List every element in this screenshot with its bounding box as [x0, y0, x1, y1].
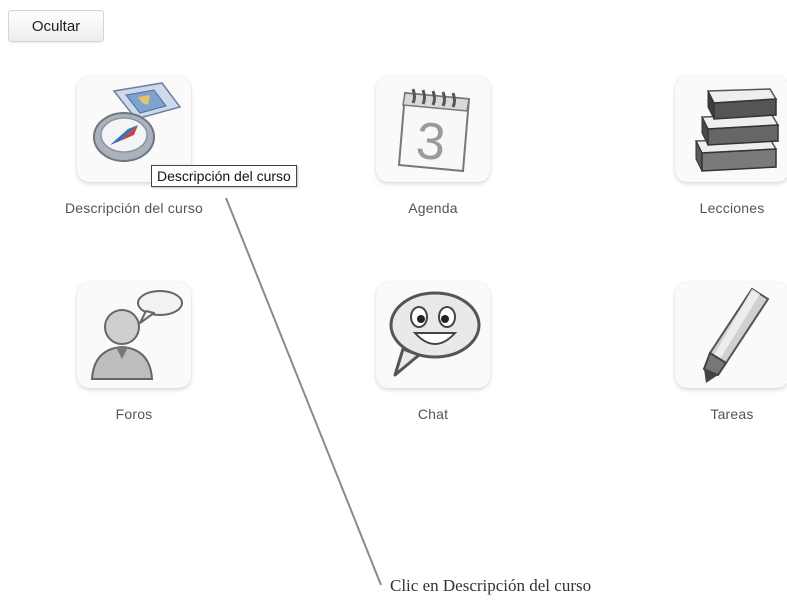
callout-line — [225, 197, 382, 586]
tooltip: Descripción del curso — [151, 165, 297, 187]
